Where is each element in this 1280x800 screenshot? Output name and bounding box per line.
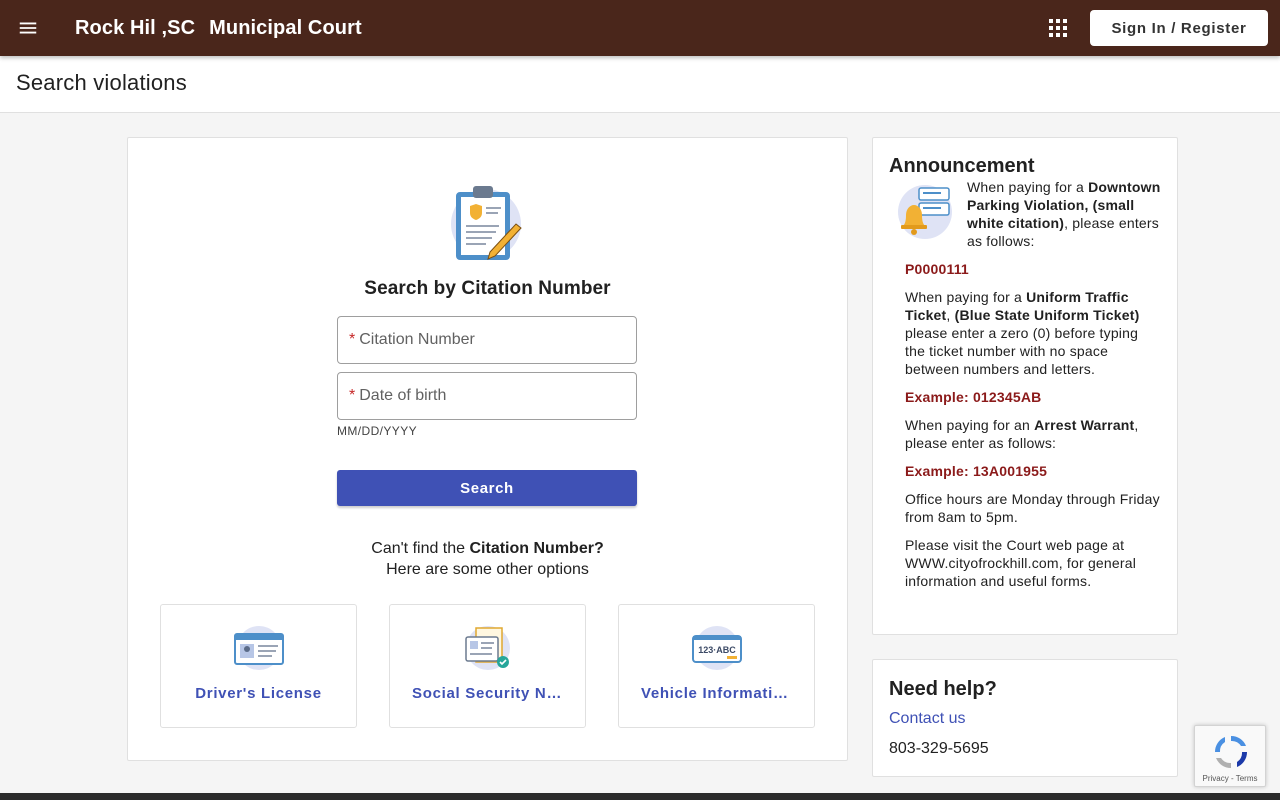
- option-label: Driver's License: [195, 685, 322, 702]
- menu-button[interactable]: [0, 0, 56, 56]
- search-heading: Search by Citation Number: [364, 278, 611, 299]
- example-code-parking: P0000111: [905, 261, 969, 277]
- required-mark: *: [349, 387, 356, 404]
- ann-text: ,: [946, 307, 955, 323]
- ann-text: When paying for a: [905, 289, 1027, 305]
- ann-text: When paying for an: [905, 417, 1035, 433]
- option-social-security[interactable]: Social Security Nu…: [389, 604, 586, 728]
- license-plate-icon: 123·ABC: [692, 626, 742, 670]
- app-bar: Rock Hil ,SC Municipal Court Sign In / Re…: [0, 0, 1280, 56]
- contact-us-link[interactable]: Contact us: [889, 710, 965, 728]
- help-title: Need help?: [889, 678, 997, 700]
- apps-grid-button[interactable]: [1042, 12, 1074, 44]
- other-options-text: Can't find the Citation Number? Here are…: [128, 538, 847, 580]
- other-options-prefix: Can't find the: [371, 540, 470, 557]
- announcement-body: When paying for a Downtown Parking Viola…: [898, 178, 1161, 600]
- date-of-birth-placeholder: Date of birth: [359, 387, 447, 404]
- citation-number-input[interactable]: * Citation Number: [337, 316, 637, 364]
- announcement-uniform-ticket: When paying for a Uniform Traffic Ticket…: [905, 288, 1161, 378]
- dob-format-hint: MM/DD/YYYY: [337, 424, 418, 438]
- announcement-title: Announcement: [889, 155, 1035, 177]
- other-options-bold: Citation Number?: [469, 540, 604, 557]
- footer-bar: [0, 793, 1280, 800]
- svg-text:123·ABC: 123·ABC: [698, 645, 736, 655]
- option-vehicle-information[interactable]: 123·ABC Vehicle Information: [618, 604, 815, 728]
- ann-text: please enter a zero (0) before typing th…: [905, 325, 1139, 377]
- hamburger-menu-icon: [19, 22, 37, 34]
- app-title-court: Municipal Court: [209, 16, 362, 39]
- sign-in-register-button[interactable]: Sign In / Register: [1090, 10, 1268, 46]
- page-title: Search violations: [16, 70, 187, 95]
- example-code-ticket: Example: 012345AB: [905, 389, 1042, 405]
- apps-grid-icon: [1049, 19, 1067, 37]
- ann-text: When paying for a: [967, 179, 1089, 195]
- id-card-icon: [234, 626, 284, 670]
- citation-search-card: Search by Citation Number * Citation Num…: [127, 137, 848, 761]
- help-card: Need help? Contact us 803-329-5695: [872, 659, 1178, 777]
- app-title[interactable]: Rock Hil ,SC Municipal Court: [75, 17, 362, 40]
- option-label: Vehicle Information: [641, 685, 793, 702]
- help-phone-number: 803-329-5695: [889, 740, 989, 757]
- announcement-card: Announcement When paying for a Downtown …: [872, 137, 1178, 635]
- option-label: Social Security Nu…: [412, 685, 573, 702]
- recaptcha-links[interactable]: Privacy - Terms: [1195, 774, 1265, 783]
- bell-notification-icon: [898, 185, 952, 239]
- clipboard-citation-icon: [451, 186, 522, 260]
- search-button[interactable]: Search: [337, 470, 637, 506]
- announcement-arrest-warrant: When paying for an Arrest Warrant, pleas…: [905, 416, 1161, 452]
- page-header: Search violations: [0, 56, 1280, 113]
- required-mark: *: [349, 331, 356, 348]
- recaptcha-badge[interactable]: Privacy - Terms: [1194, 725, 1266, 787]
- other-options-line2: Here are some other options: [386, 561, 589, 578]
- ssn-card-icon: [465, 626, 510, 670]
- example-code-warrant: Example: 13A001955: [905, 463, 1048, 479]
- app-title-city: Rock Hil ,SC: [75, 16, 196, 39]
- date-of-birth-input[interactable]: * Date of birth: [337, 372, 637, 420]
- court-webpage-text: Please visit the Court web page at WWW.c…: [905, 537, 1137, 589]
- office-hours-text: Office hours are Monday through Friday f…: [905, 491, 1160, 525]
- citation-number-placeholder: Citation Number: [359, 331, 475, 348]
- ann-bold: Arrest Warrant: [1034, 417, 1135, 433]
- option-drivers-license[interactable]: Driver's License: [160, 604, 357, 728]
- ann-bold: (Blue State Uniform Ticket): [954, 307, 1140, 323]
- recaptcha-icon: [1214, 735, 1248, 769]
